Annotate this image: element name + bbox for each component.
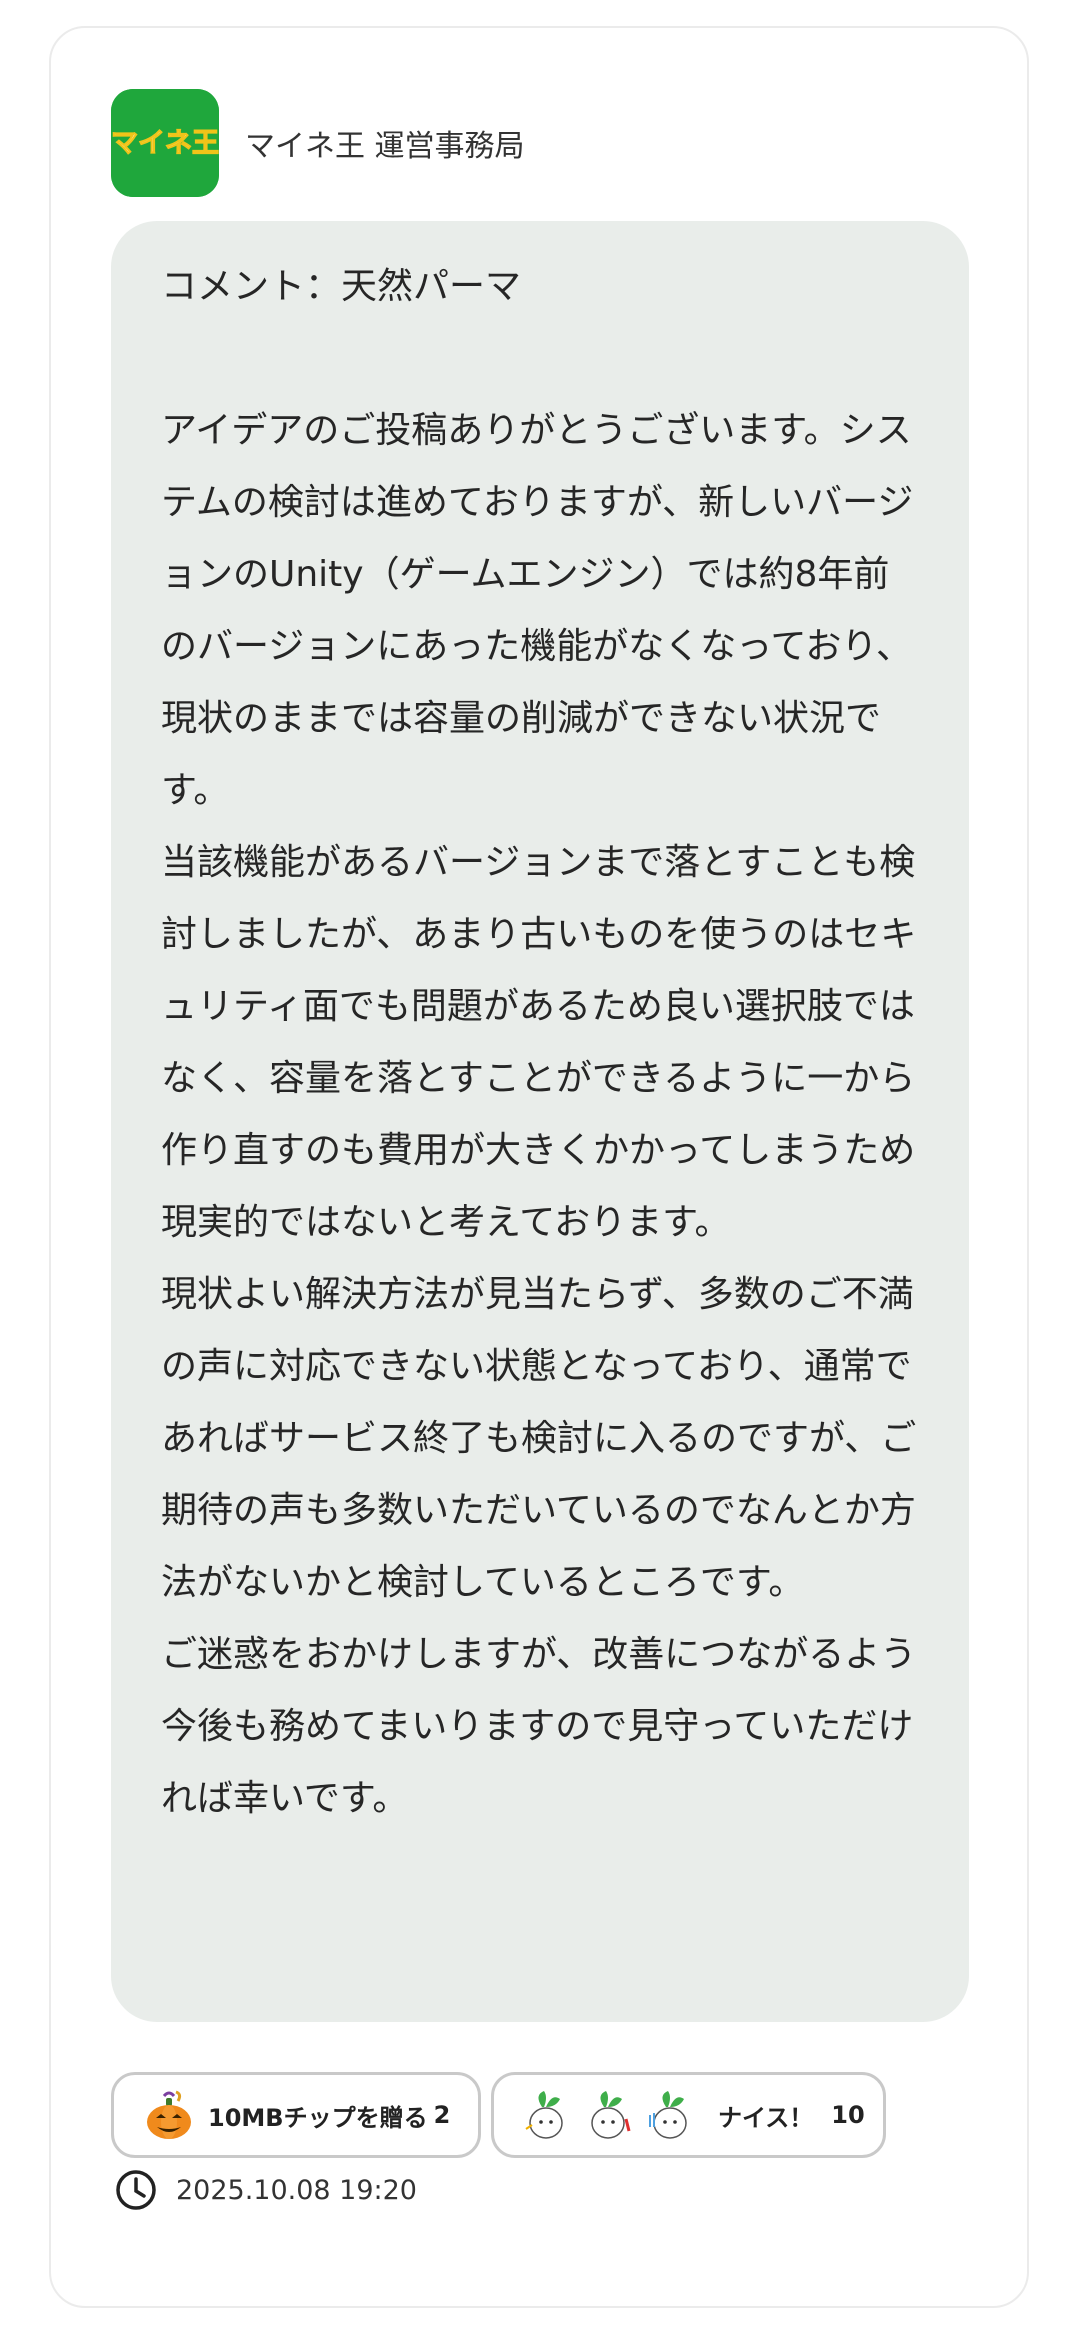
radish-mascot-icon bbox=[520, 2087, 706, 2143]
nice-chip-button[interactable]: ナイス！ 10 bbox=[491, 2072, 886, 2158]
logo-image: マイネ王 bbox=[111, 89, 219, 197]
gift-chip-button[interactable]: 10MBチップを贈る 2 bbox=[111, 2072, 481, 2158]
clock-icon bbox=[114, 2168, 158, 2212]
comment-title: コメント：天然パーマ bbox=[161, 266, 522, 307]
timestamp-text: 2025.10.08 19:20 bbox=[176, 2174, 417, 2206]
nice-count: 10 bbox=[831, 2101, 865, 2129]
gift-label: 10MBチップを贈る bbox=[208, 2103, 428, 2132]
comment-header: マイネ王 マイネ王 運営事務局 bbox=[111, 89, 525, 197]
comment-paragraph-3: 現状よい解決方法が見当たらず、多数のご不満の声に対応できない状態となっており、通… bbox=[161, 1274, 917, 1603]
reaction-bar: 10MBチップを贈る 2 ナイス！ 10 bbox=[111, 2072, 886, 2158]
post-timestamp: 2025.10.08 19:20 bbox=[114, 2168, 417, 2212]
page: マイネ王 マイネ王 運営事務局 コメント：天然パーマ アイデアのご投稿ありがとう… bbox=[0, 0, 1080, 2344]
logo-text: マイネ王 bbox=[111, 128, 219, 159]
pumpkin-icon bbox=[142, 2088, 196, 2142]
gift-count: 2 bbox=[433, 2101, 451, 2129]
comment-paragraph-1: アイデアのご投稿ありがとうございます。システムの検討は進めておりますが、新しいバ… bbox=[161, 410, 914, 811]
mineo-logo-avatar[interactable]: マイネ王 bbox=[111, 89, 219, 197]
author-name[interactable]: マイネ王 運営事務局 bbox=[245, 121, 525, 165]
comment-paragraph-2: 当該機能があるバージョンまで落とすことも検討しましたが、あまり古いものを使うのは… bbox=[161, 842, 917, 1243]
nice-label: ナイス！ bbox=[718, 2103, 814, 2132]
comment-paragraph-4: ご迷惑をおかけしますが、改善につながるよう今後も務めてまいりますので見守っていた… bbox=[161, 1634, 917, 1819]
comment-bubble: コメント：天然パーマ アイデアのご投稿ありがとうございます。システムの検討は進め… bbox=[111, 221, 969, 2022]
